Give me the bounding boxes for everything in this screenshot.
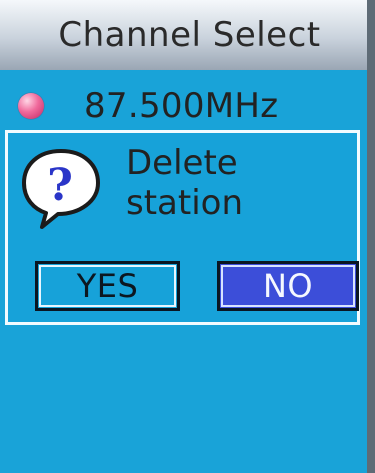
title-bar: Channel Select [0, 0, 367, 70]
channel-row[interactable]: 87.500MHz [18, 86, 278, 126]
channel-frequency: 87.500MHz [84, 86, 279, 126]
question-bubble-icon: ? [22, 149, 100, 229]
channel-indicator-icon [18, 93, 44, 119]
no-button[interactable]: NO [217, 261, 359, 311]
page-title: Channel Select [58, 15, 321, 55]
dialog-message-line-1: Delete [126, 143, 238, 183]
dialog-message: Delete station [126, 143, 346, 223]
delete-station-dialog: ? Delete station YES NO [5, 130, 360, 325]
right-edge-stripe [367, 0, 375, 473]
screen: Channel Select 87.500MHz ? Delete statio… [0, 0, 375, 473]
svg-text:?: ? [47, 160, 73, 211]
dialog-message-line-2: station [126, 183, 244, 223]
yes-button[interactable]: YES [35, 261, 180, 311]
